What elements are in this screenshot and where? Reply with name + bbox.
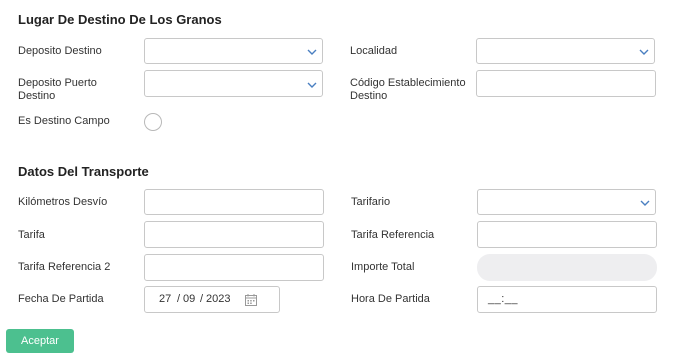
fecha-partida-month: 09 <box>183 293 196 305</box>
deposito-puerto-destino-select[interactable] <box>144 70 323 97</box>
importe-total-readonly <box>477 254 657 281</box>
deposito-puerto-destino-label-line1: Deposito Puerto <box>18 77 97 89</box>
chevron-down-icon <box>307 49 317 55</box>
calendar-icon[interactable] <box>245 294 257 306</box>
fecha-partida-input[interactable]: 27 / 09 / 2023 <box>144 286 280 313</box>
aceptar-button[interactable]: Aceptar <box>6 329 74 353</box>
date-separator: / <box>200 293 204 305</box>
tarifario-label: Tarifario <box>351 196 391 208</box>
codigo-establecimiento-label-line1: Código Establecimiento <box>350 77 466 89</box>
localidad-label: Localidad <box>350 45 398 57</box>
deposito-puerto-destino-label: Deposito Puerto Destino <box>18 77 97 103</box>
hora-partida-value: __:__ <box>488 293 519 305</box>
tarifa-input[interactable] <box>144 221 324 248</box>
importe-total-label: Importe Total <box>351 261 415 273</box>
fecha-partida-day: 27 <box>159 293 172 305</box>
codigo-establecimiento-destino-label: Código Establecimiento Destino <box>350 77 466 103</box>
hora-partida-input[interactable]: __:__ <box>477 286 657 313</box>
deposito-puerto-destino-label-line2: Destino <box>18 90 56 102</box>
deposito-destino-select[interactable] <box>144 38 323 64</box>
es-destino-campo-radio[interactable] <box>144 113 162 131</box>
fecha-partida-label: Fecha De Partida <box>18 293 104 305</box>
kilometros-desvio-label: Kilómetros Desvío <box>18 196 108 208</box>
section-title-transporte: Datos Del Transporte <box>18 164 149 179</box>
tarifa-referencia-2-input[interactable] <box>144 254 324 281</box>
section-title-destino: Lugar De Destino De Los Granos <box>18 12 222 27</box>
fecha-partida-year: 2023 <box>206 293 231 305</box>
tarifa-label: Tarifa <box>18 229 45 241</box>
hora-partida-label: Hora De Partida <box>351 293 430 305</box>
kilometros-desvio-input[interactable] <box>144 189 324 215</box>
chevron-down-icon <box>639 49 649 55</box>
deposito-destino-label: Deposito Destino <box>18 45 102 57</box>
tarifa-referencia-label: Tarifa Referencia <box>351 229 435 241</box>
tarifa-referencia-input[interactable] <box>477 221 657 248</box>
chevron-down-icon <box>307 82 317 88</box>
chevron-down-icon <box>640 200 650 206</box>
es-destino-campo-label: Es Destino Campo <box>18 115 110 127</box>
localidad-select[interactable] <box>476 38 655 64</box>
tarifario-select[interactable] <box>477 189 656 215</box>
date-separator: / <box>177 293 181 305</box>
tarifa-referencia-2-label: Tarifa Referencia 2 <box>18 261 111 273</box>
codigo-establecimiento-label-line2: Destino <box>350 90 388 102</box>
codigo-establecimiento-destino-input[interactable] <box>476 70 656 97</box>
